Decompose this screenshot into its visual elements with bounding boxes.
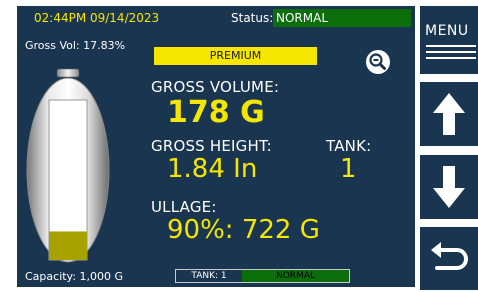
ullage-label: ULLAGE: (151, 198, 217, 216)
tank-value: 1 (340, 154, 357, 184)
tank-monitor-screen: 02:44PM 09/14/2023 Status: NORMAL Gross … (0, 0, 478, 290)
menu-label: MENU (425, 23, 469, 39)
gross-vol-readout: Gross Vol: 17.83% (25, 39, 126, 52)
capacity-label: Capacity: 1,000 G (25, 270, 123, 283)
zoom-out-icon[interactable] (365, 49, 391, 75)
main-panel: 02:44PM 09/14/2023 Status: NORMAL Gross … (17, 6, 415, 287)
scroll-up-button[interactable] (420, 82, 478, 146)
gross-volume-label: GROSS VOLUME: (151, 78, 280, 96)
ullage-value: 90%: 722 G (167, 215, 320, 245)
arrow-down-icon (433, 166, 465, 208)
status-label: Status: (231, 11, 274, 25)
footer-tank-status: TANK: 1 NORMAL (175, 269, 350, 283)
scroll-down-button[interactable] (420, 155, 478, 219)
gross-volume-value: 178 G (167, 95, 265, 130)
product-label: PREMIUM (154, 47, 317, 65)
footer-tank-status-badge: NORMAL (242, 270, 349, 282)
gross-height-label: GROSS HEIGHT: (151, 137, 272, 155)
arrow-up-icon (433, 93, 465, 135)
tank-level-graphic (22, 66, 112, 271)
tank-label: TANK: (326, 137, 372, 155)
menu-button[interactable]: MENU (420, 6, 478, 74)
back-arrow-icon (431, 242, 468, 270)
gross-height-value: 1.84 In (167, 154, 258, 184)
status-badge: NORMAL (273, 9, 411, 27)
footer-tank-label: TANK: 1 (191, 271, 227, 281)
back-button[interactable] (420, 227, 478, 290)
tank-fill-level (49, 231, 87, 260)
datetime: 02:44PM 09/14/2023 (34, 11, 160, 25)
